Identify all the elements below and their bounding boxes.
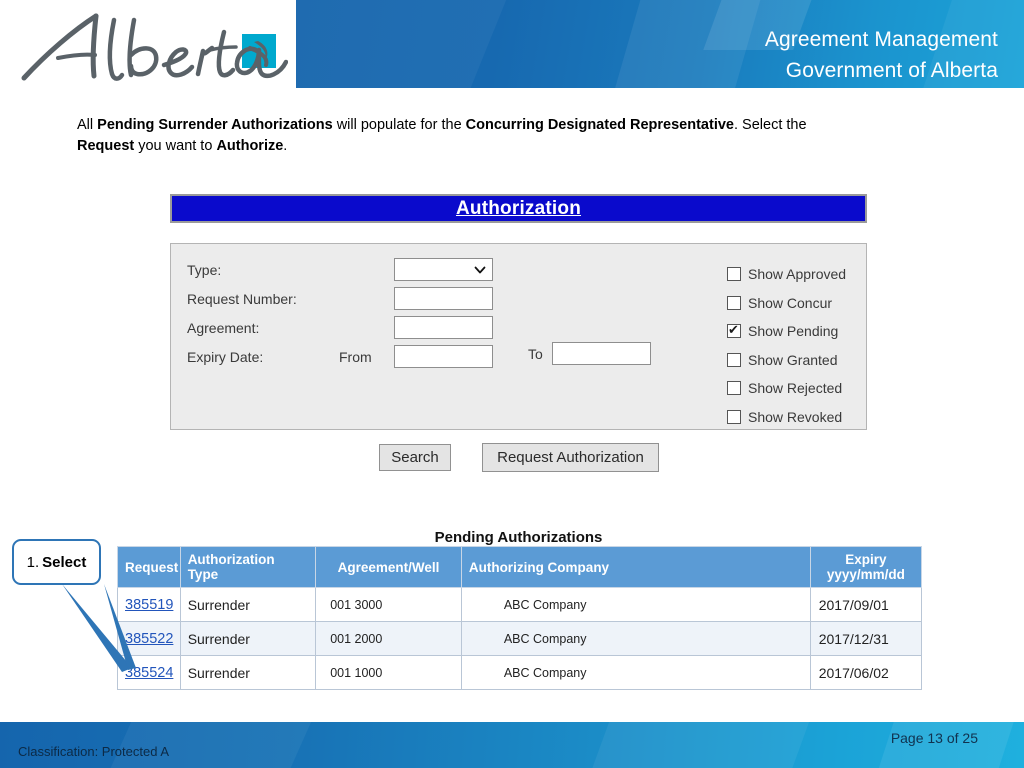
footer-shape-b [579,722,821,768]
cell-authorizing-company: ABC Company [460,587,811,622]
cell-authorizing-company: ABC Company [460,655,811,690]
cell-agreement-well: 001 3000 [315,587,462,622]
field-row-type: Type: [179,258,649,287]
checkbox-show-rejected[interactable] [727,381,741,396]
type-select[interactable] [394,258,493,281]
checkbox-row-show-rejected[interactable]: Show Rejected [727,374,867,403]
intro-text-1: All [77,117,98,133]
checkbox-show-concur[interactable] [727,295,741,310]
checkbox-show-pending[interactable] [727,322,741,339]
intro-strong-4: Authorize [216,138,284,154]
table-row: 385522 Surrender 001 2000 ABC Company 20… [117,621,923,656]
cell-agreement-well: 001 2000 [315,621,462,656]
callout-number: 1. [26,553,40,571]
checkbox-row-show-revoked[interactable]: Show Revoked [727,403,867,432]
table-body: 385519 Surrender 001 3000 ABC Company 20… [117,587,923,690]
checkbox-row-show-concur[interactable]: Show Concur [727,289,867,318]
label-show-rejected: Show Rejected [748,380,843,397]
status-filter-checkbox-group: Show Approved Show Concur Show Pending S… [727,260,867,431]
label-agreement: Agreement: [187,320,260,336]
checkbox-show-granted[interactable] [727,352,741,367]
intro-text-5: . [283,138,288,154]
cell-expiry: 2017/09/01 [809,587,923,622]
pending-authorizations-title: Pending Authorizations [434,529,603,546]
label-show-approved: Show Approved [748,266,847,283]
request-number-input[interactable] [394,287,493,310]
checkbox-show-revoked[interactable] [727,409,741,424]
authorization-form-panel: Type: Request Number: Agreement: Expiry … [170,243,867,430]
page-number: Page 13 of 25 [890,730,978,746]
checkbox-row-show-approved[interactable]: Show Approved [727,260,867,289]
callout-label: Select [42,553,87,571]
intro-strong-3: Request [77,138,135,154]
checkbox-row-show-granted[interactable]: Show Granted [727,346,867,375]
classification-label: Classification: Protected A [18,744,170,759]
intro-text-3: . Select the [734,117,807,133]
intro-strong-2: Concurring Designated Representative [465,117,734,133]
authorization-title: Authorization [455,197,582,219]
label-expiry-date: Expiry Date: [187,349,264,365]
label-show-concur: Show Concur [748,294,833,311]
cell-expiry: 2017/06/02 [809,655,923,690]
label-show-pending: Show Pending [748,323,839,340]
table-header-row: Request Authorization Type Agreement/Wel… [117,546,923,588]
table-head: Request Authorization Type Agreement/Wel… [117,546,923,588]
page-header: Agreement Management Government of Alber… [0,0,1024,90]
table-row: 385524 Surrender 001 1000 ABC Company 20… [117,655,923,690]
column-header-expiry-line1: Expiry [845,552,887,567]
header-banner: Agreement Management Government of Alber… [296,0,1024,88]
intro-strong-1: Pending Surrender Authorizations [97,117,333,133]
expiry-date-from-input[interactable] [394,345,493,368]
request-authorization-button[interactable]: Request Authorization [482,443,659,472]
label-type: Type: [187,262,222,278]
cell-authorizing-company: ABC Company [460,621,811,656]
label-expiry-from: From [339,349,372,365]
expiry-date-to-input[interactable] [552,342,651,365]
banner-shape-a [296,0,519,88]
intro-paragraph: All Pending Surrender Authorizations wil… [77,115,957,157]
column-header-authorizing-company[interactable]: Authorizing Company [460,546,811,588]
column-header-expiry[interactable]: Expiry yyyy/mm/dd [809,546,923,588]
authorization-title-bar: Authorization [170,194,867,223]
search-button[interactable]: Search [379,444,451,471]
alberta-logo [18,8,288,86]
label-show-revoked: Show Revoked [748,408,843,425]
cell-expiry: 2017/12/31 [809,621,923,656]
callout-step-1: 1. Select [12,539,101,585]
checkbox-show-approved[interactable] [727,267,741,282]
cell-agreement-well: 001 1000 [315,655,462,690]
page-footer: Classification: Protected A Page 13 of 2… [0,722,1024,768]
chevron-down-icon [474,266,486,274]
field-row-agreement: Agreement: [179,316,649,345]
label-expiry-to: To [528,346,543,362]
intro-text-2: will populate for the [332,117,466,133]
pending-authorizations-table: Request Authorization Type Agreement/Wel… [117,546,923,690]
header-title: Agreement Management Government of Alber… [764,28,998,82]
checkbox-row-show-pending[interactable]: Show Pending [727,317,867,346]
column-header-expiry-line2: yyyy/mm/dd [826,567,905,582]
column-header-agreement-well[interactable]: Agreement/Well [315,546,462,588]
intro-text-4: you want to [134,138,217,154]
agreement-input[interactable] [394,316,493,339]
label-request-number: Request Number: [187,291,297,307]
table-row: 385519 Surrender 001 3000 ABC Company 20… [117,587,923,622]
field-row-request-number: Request Number: [179,287,649,316]
label-show-granted: Show Granted [748,351,838,368]
